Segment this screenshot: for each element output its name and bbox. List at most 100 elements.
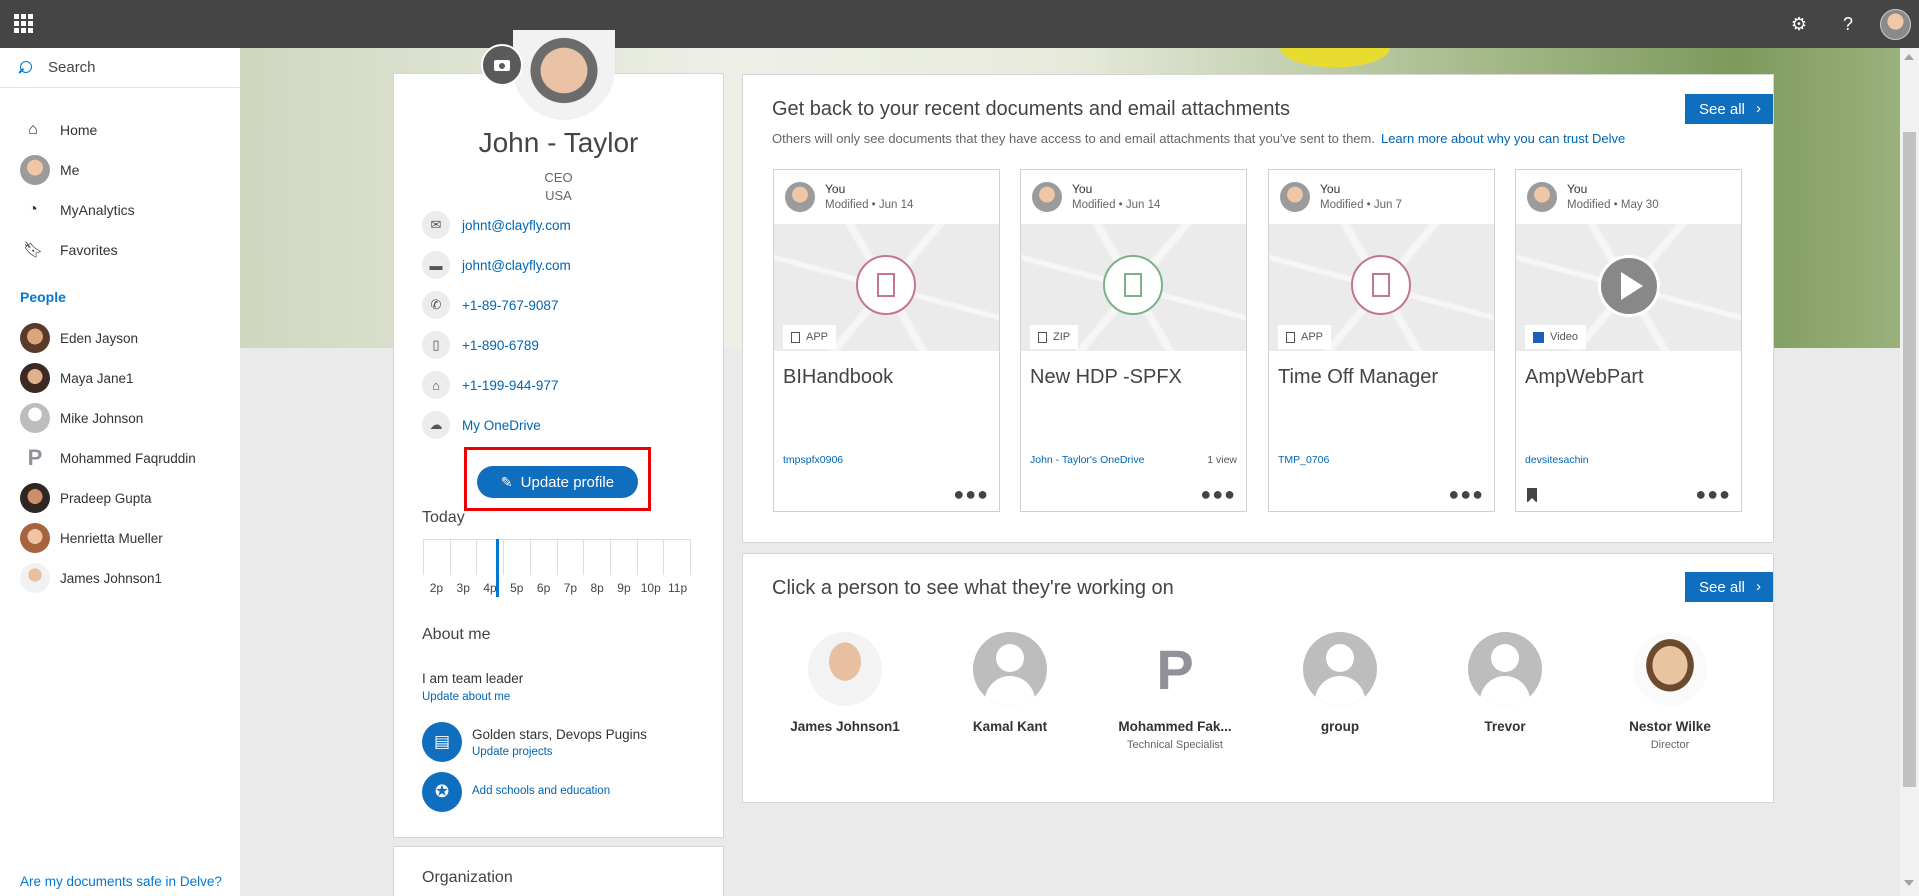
- document-card[interactable]: You Modified • Jun 14 APP BIHandbook tmp…: [773, 169, 1000, 512]
- profile-name: John - Taylor: [478, 127, 639, 158]
- organization-label: Organization: [422, 869, 513, 886]
- scroll-down-arrow-icon[interactable]: [1904, 880, 1914, 886]
- contact-phone[interactable]: ✆ +1-89-767-9087: [422, 290, 558, 320]
- app-launcher-icon[interactable]: [14, 14, 33, 33]
- avatar: [20, 155, 50, 185]
- page-scrollbar[interactable]: [1900, 48, 1919, 896]
- contact-value: +1-890-6789: [462, 337, 539, 353]
- file-icon: [791, 331, 800, 343]
- person-tile[interactable]: James Johnson1: [770, 632, 920, 762]
- sidebar-person[interactable]: Pradeep Gupta: [0, 480, 240, 516]
- hour-label: 9p: [617, 581, 631, 595]
- avatar: [20, 403, 50, 433]
- avatar: [1280, 182, 1310, 212]
- add-education-link[interactable]: Add schools and education: [472, 785, 610, 797]
- card-site-link[interactable]: devsitesachin: [1525, 454, 1589, 466]
- more-options-icon[interactable]: ●●●: [1200, 484, 1236, 505]
- document-card[interactable]: You Modified • Jun 7 APP Time Off Manage…: [1268, 169, 1495, 512]
- search-box[interactable]: [0, 48, 240, 88]
- documents-subtitle: Others will only see documents that they…: [772, 131, 1625, 146]
- person-name: Maya Jane1: [60, 370, 134, 386]
- help-icon[interactable]: ?: [1836, 12, 1860, 36]
- nav-item-myanalytics[interactable]: ◔ MyAnalytics: [0, 192, 240, 228]
- gear-icon[interactable]: ⚙: [1787, 12, 1811, 36]
- nav-item-me[interactable]: Me: [0, 152, 240, 188]
- card-modified: Modified • May 30: [1567, 199, 1659, 211]
- avatar: [20, 323, 50, 353]
- avatar: P: [1138, 632, 1212, 706]
- update-profile-button[interactable]: ✎ Update profile: [477, 466, 638, 498]
- user-avatar[interactable]: [1880, 9, 1911, 40]
- avatar: [20, 483, 50, 513]
- scroll-up-arrow-icon[interactable]: [1904, 54, 1914, 60]
- timeline-grid: [423, 539, 692, 575]
- person-name: Henrietta Mueller: [60, 530, 163, 546]
- projects-icon: ▤: [422, 722, 462, 762]
- card-title[interactable]: Time Off Manager: [1278, 366, 1438, 389]
- card-site-link[interactable]: tmpspfx0906: [783, 454, 843, 466]
- contact-home-phone[interactable]: ⌂ +1-199-944-977: [422, 370, 558, 400]
- document-card[interactable]: You Modified • May 30 Video AmpWebPart d…: [1515, 169, 1742, 512]
- safe-documents-link[interactable]: Are my documents safe in Delve?: [20, 874, 222, 889]
- update-projects-link[interactable]: Update projects: [472, 746, 553, 758]
- avatar: [1303, 632, 1377, 706]
- person-name: Mohammed Fak...: [1118, 719, 1232, 734]
- trust-delve-link[interactable]: Learn more about why you can trust Delve: [1381, 131, 1625, 146]
- more-options-icon[interactable]: ●●●: [1695, 484, 1731, 505]
- card-header: You Modified • Jun 14: [774, 170, 999, 224]
- nav-item-home[interactable]: ⌂ Home: [0, 112, 240, 148]
- sidebar-person[interactable]: James Johnson1: [0, 560, 240, 596]
- file-type-badge: APP: [783, 325, 837, 349]
- camera-icon[interactable]: [481, 44, 523, 86]
- person-name: group: [1320, 719, 1360, 734]
- sidebar-person[interactable]: Henrietta Mueller: [0, 520, 240, 556]
- see-all-documents-button[interactable]: See all ›: [1685, 94, 1773, 124]
- more-options-icon[interactable]: ●●●: [953, 484, 989, 505]
- sidebar-person[interactable]: P Mohammed Faqruddin: [0, 440, 240, 476]
- card-modified: Modified • Jun 7: [1320, 199, 1403, 211]
- bookmark-icon[interactable]: [1527, 488, 1537, 503]
- contact-value: +1-199-944-977: [462, 377, 559, 393]
- card-title[interactable]: BIHandbook: [783, 366, 893, 389]
- play-icon[interactable]: [1598, 255, 1660, 317]
- hour-label: 10p: [640, 581, 661, 595]
- update-about-link[interactable]: Update about me: [422, 691, 510, 703]
- card-title[interactable]: AmpWebPart: [1525, 366, 1644, 389]
- person-tile[interactable]: P Mohammed Fak... Technical Specialist: [1100, 632, 1250, 762]
- contact-mobile[interactable]: ▯ +1-890-6789: [422, 330, 539, 360]
- person-tile[interactable]: group: [1265, 632, 1415, 762]
- hour-label: 3p: [456, 581, 470, 595]
- sidebar-person[interactable]: Eden Jayson: [0, 320, 240, 356]
- card-views: 1 view: [1207, 454, 1237, 466]
- sidebar-person[interactable]: Maya Jane1: [0, 360, 240, 396]
- more-options-icon[interactable]: ●●●: [1448, 484, 1484, 505]
- search-input[interactable]: [48, 59, 228, 76]
- nav-item-favorites[interactable]: 🔖︎ Favorites: [0, 232, 240, 268]
- phone-icon: ✆: [422, 291, 450, 319]
- contact-chat[interactable]: ▬ johnt@clayfly.com: [422, 250, 571, 280]
- person-tile[interactable]: Nestor Wilke Director: [1595, 632, 1745, 762]
- avatar: P: [27, 445, 43, 470]
- education-icon: ✪: [422, 772, 462, 812]
- card-modified: Modified • Jun 14: [825, 199, 914, 211]
- contact-email[interactable]: ✉ johnt@clayfly.com: [422, 210, 571, 240]
- avatar: [973, 632, 1047, 706]
- person-tile[interactable]: Kamal Kant: [935, 632, 1085, 762]
- card-title[interactable]: New HDP -SPFX: [1030, 366, 1182, 389]
- person-name: James Johnson1: [790, 719, 900, 734]
- person-tile[interactable]: Trevor: [1430, 632, 1580, 762]
- card-site-link[interactable]: John - Taylor's OneDrive: [1030, 454, 1144, 466]
- person-name: Pradeep Gupta: [60, 490, 152, 506]
- card-author: You: [1567, 182, 1588, 196]
- contact-onedrive[interactable]: ☁ My OneDrive: [422, 410, 541, 440]
- file-type-badge: Video: [1525, 325, 1586, 349]
- card-site-link[interactable]: TMP_0706: [1278, 454, 1329, 466]
- sidebar-person[interactable]: Mike Johnson: [0, 400, 240, 436]
- see-all-people-button[interactable]: See all ›: [1685, 572, 1773, 602]
- card-header: You Modified • Jun 14: [1021, 170, 1246, 224]
- scrollbar-thumb[interactable]: [1903, 132, 1916, 787]
- document-card[interactable]: You Modified • Jun 14 ZIP New HDP -SPFX …: [1020, 169, 1247, 512]
- contact-value: +1-89-767-9087: [462, 297, 559, 313]
- hour-label: 8p: [590, 581, 604, 595]
- today-label: Today: [422, 509, 465, 526]
